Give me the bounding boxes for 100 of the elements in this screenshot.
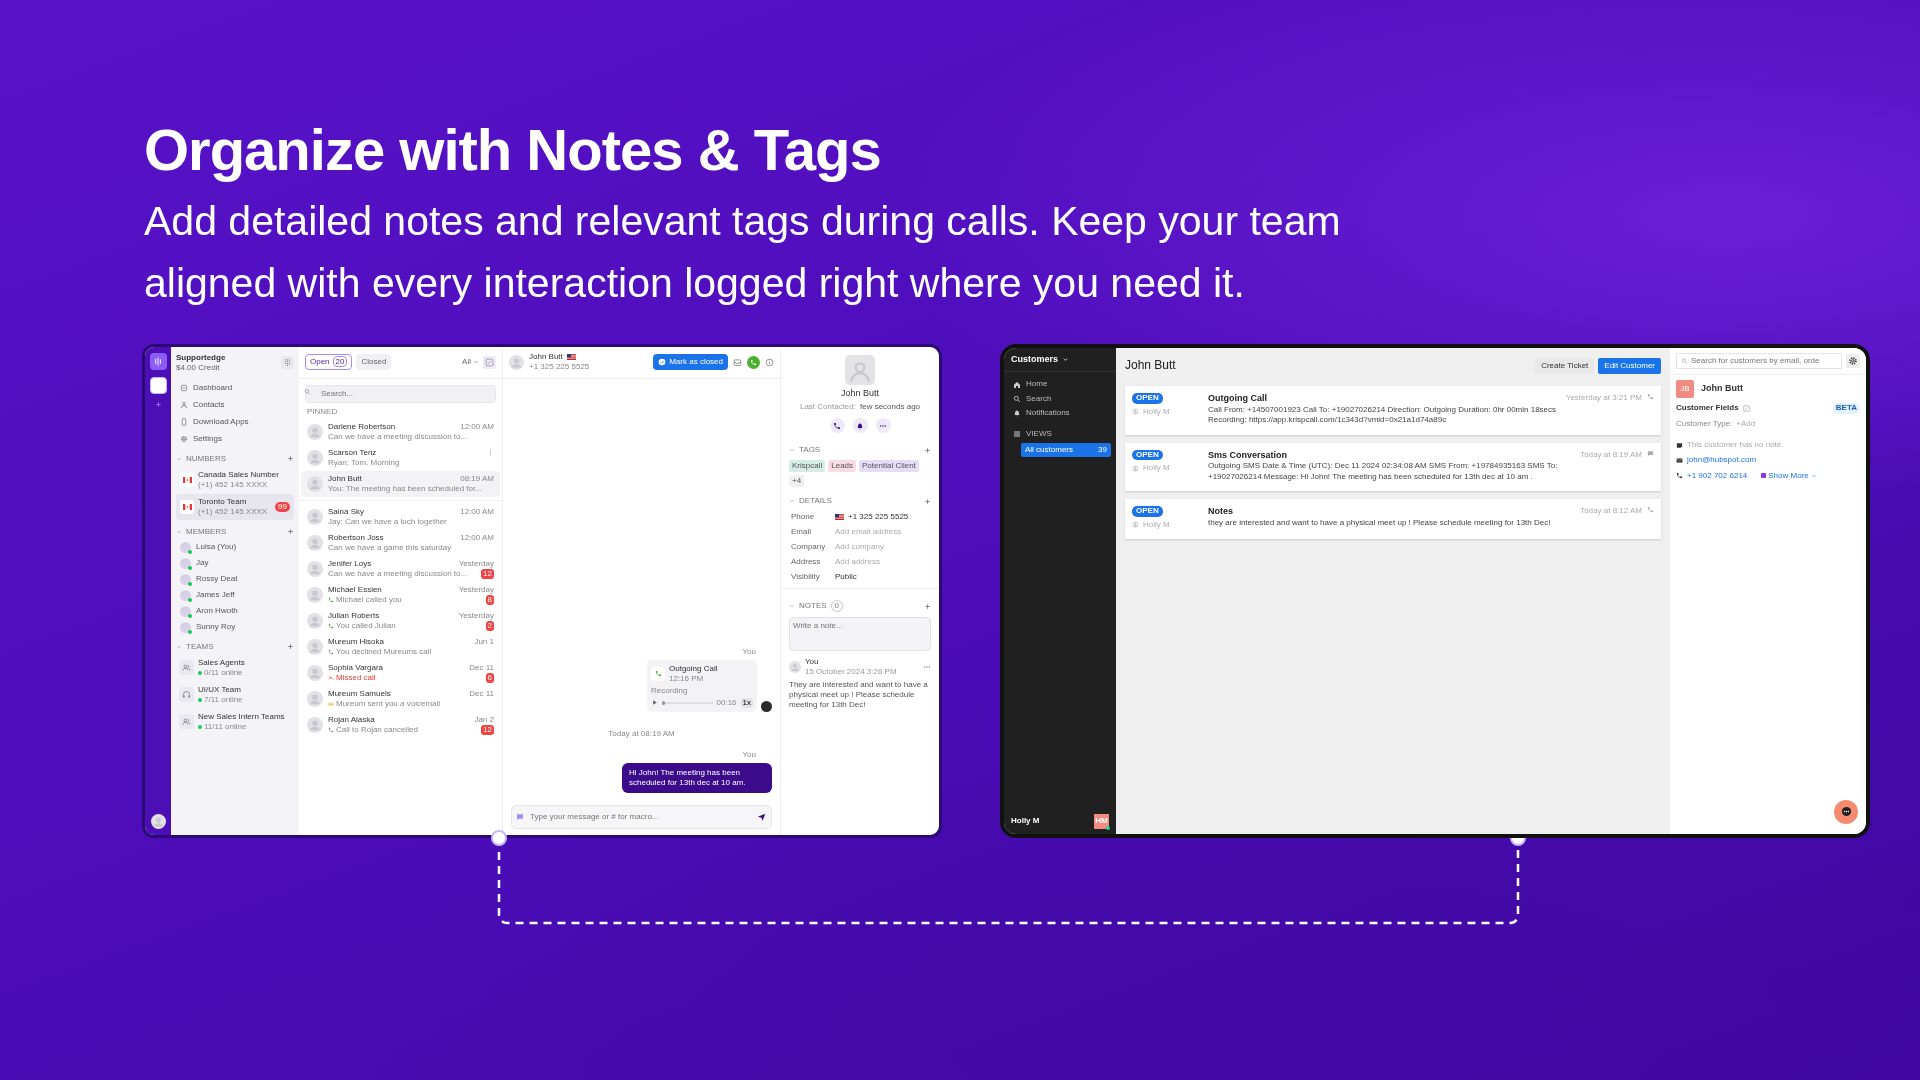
nav-item[interactable]: Dashboard	[176, 379, 294, 396]
message-input[interactable]: Type your message or # for macro...	[511, 804, 772, 829]
phone-icon	[328, 596, 334, 603]
contact-avatar	[307, 716, 323, 733]
unread-badge: 6	[485, 672, 494, 683]
tag[interactable]: Krispcall	[789, 460, 826, 473]
message-preview: Call to Rojan cancelled	[336, 724, 418, 735]
number-item[interactable]: Canada Sales Number (+1) 452 145 XXXX	[176, 466, 294, 493]
filter-tab[interactable]: Closed	[356, 354, 392, 371]
search-field[interactable]: Search for customers by email, orde	[1676, 352, 1842, 370]
add-icon[interactable]	[287, 455, 294, 463]
conversation-item[interactable]: Julian Roberts Yesterday You called Julian 2	[301, 607, 500, 634]
conversation-item[interactable]: Michael Essien Yesterday Michael called you 8	[301, 581, 500, 608]
speed-button[interactable]: 1x	[740, 697, 753, 708]
contact-avatar	[307, 423, 323, 440]
contact-name: Darlene Robertson	[328, 421, 396, 432]
message-icon	[1647, 449, 1654, 457]
ticket-card[interactable]: OPEN Holly M Notes they are interested and want to have a physical meet up ! Please schedule meeting for 13th Dec! Today at 8:12 AM	[1125, 499, 1661, 539]
call-button[interactable]	[829, 418, 845, 434]
member-avatar	[180, 557, 191, 569]
conversation-item[interactable]: Darlene Robertson 12:00 AM Can we have a meeting discussion to...	[301, 418, 500, 445]
compose-button[interactable]	[483, 355, 496, 369]
time-label: 08:19 AM	[460, 473, 494, 484]
call-time: 12:16 PM	[669, 673, 705, 684]
app-icon[interactable]	[149, 376, 167, 394]
tag[interactable]: Leads	[828, 460, 857, 473]
agent-name: Holly M	[1143, 463, 1170, 474]
create-ticket-button[interactable]: Create Ticket	[1535, 357, 1595, 375]
call-title: Outgoing Call	[669, 663, 718, 674]
sidebar-title[interactable]: Customers	[1011, 353, 1058, 366]
message-preview: Mureum sent you a voicemail	[336, 698, 441, 709]
conversation-item[interactable]: Sophia Vargara Dec 11 Missed call 6	[301, 659, 500, 686]
nav-item[interactable]: Download Apps	[176, 413, 294, 430]
add-icon[interactable]	[154, 400, 162, 408]
ticket-card[interactable]	[1125, 386, 1661, 435]
section-title: DETAILS	[799, 496, 832, 507]
nav-item[interactable]: Home	[1004, 377, 1116, 392]
conversation-item[interactable]: John Butt 08:19 AM You: The meeting has been scheduled for...	[301, 470, 500, 497]
caret-icon[interactable]	[1062, 356, 1069, 364]
sender-label: You	[742, 646, 756, 657]
conversation-item[interactable]: Robertson Joss 12:00 AM Can we have a game this saturday	[301, 529, 500, 556]
conversation-item[interactable]: Saina Sky 12:00 AM Jay: Can we have a luch together	[301, 503, 500, 530]
unread-badge: 2	[485, 620, 494, 631]
ticket-card[interactable]	[1125, 442, 1661, 492]
note-author: You	[805, 657, 820, 668]
message-preview: Michael called you	[336, 594, 402, 605]
section-title: MEMBERS	[186, 526, 227, 537]
conversation-item[interactable]: Scarson Tenz Ryan: Tom. Morning	[301, 444, 500, 471]
menu-icon	[1013, 429, 1021, 438]
conversation-item[interactable]: Mureum Hisoka Jun 1 You declined Mureums call	[301, 633, 500, 660]
filter-tab[interactable]: Open 20	[305, 354, 353, 371]
send-button[interactable]	[757, 812, 766, 822]
phone-link[interactable]: +1 902 702 6214	[1687, 470, 1748, 482]
nav-item[interactable]: Contacts	[176, 396, 294, 413]
contact-name: John Butt	[840, 387, 880, 400]
add-icon[interactable]	[287, 528, 294, 536]
add-icon[interactable]	[924, 497, 931, 505]
settings-button[interactable]	[1846, 354, 1860, 368]
email-link[interactable]: john@hubspot.com	[1687, 455, 1757, 466]
add-icon[interactable]	[924, 446, 931, 454]
nav-item[interactable]: Search	[1004, 391, 1116, 407]
notify-button[interactable]	[852, 418, 868, 434]
nav-item[interactable]: Settings	[176, 430, 294, 447]
number-item[interactable]: Toronto Team (+1) 452 145 XXXX 99	[176, 493, 294, 520]
more-tags[interactable]: +4	[789, 475, 805, 488]
more-button[interactable]	[875, 418, 891, 434]
contact-avatar	[307, 475, 323, 492]
mark-closed-button[interactable]: Mark as closed	[653, 354, 728, 371]
last-contacted-label: Last Contacted:	[799, 402, 856, 413]
dialpad-button[interactable]	[281, 356, 294, 370]
conversation-item[interactable]: Mureum Samuels Dec 11 Mureum sent you a voicemail	[301, 685, 500, 712]
phone-icon	[1647, 393, 1654, 401]
conversation-item[interactable]: Jenifer Loys Yesterday Can we have a meeting discussion to... 12	[301, 555, 500, 582]
search-field[interactable]: Search...	[305, 384, 496, 403]
phone-icon	[1647, 506, 1654, 514]
time-label: 12:00 AM	[460, 532, 494, 543]
nav-item[interactable]: Notifications	[1004, 406, 1116, 421]
mobile-icon	[180, 417, 188, 426]
edit-customer-button[interactable]: Edit Customer	[1598, 357, 1661, 375]
field-label: Phone	[791, 512, 816, 523]
contact-name: Saina Sky	[328, 506, 365, 517]
inbox-icon[interactable]	[733, 357, 742, 367]
contact-name: Julian Roberts	[328, 610, 380, 621]
contact-avatar	[307, 560, 323, 577]
tag[interactable]: Potential Client	[859, 460, 919, 473]
view-item[interactable]: All customers 39	[1021, 443, 1111, 458]
note-input[interactable]: Write a note...	[789, 617, 931, 652]
conversation-item[interactable]: Rojan Alaska Jan 2 Call to Rojan cancelled 12	[301, 711, 500, 738]
ticket-body: they are interested and want to have a physical meet up ! Please schedule meeting for 13th Dec!	[1208, 517, 1552, 529]
play-button[interactable]	[651, 699, 658, 707]
info-icon[interactable]	[765, 357, 774, 367]
contact-name: Jenifer Loys	[328, 558, 372, 569]
flag-icon	[182, 503, 192, 510]
add-icon[interactable]	[287, 643, 294, 651]
add-icon[interactable]	[924, 602, 931, 610]
filter-dropdown[interactable]: All	[462, 357, 479, 368]
compose-icon	[485, 357, 494, 367]
note-text: This customer has no note.	[1687, 439, 1784, 451]
show-more-link[interactable]: Show More	[1761, 470, 1817, 482]
phone-icon	[1676, 472, 1683, 480]
